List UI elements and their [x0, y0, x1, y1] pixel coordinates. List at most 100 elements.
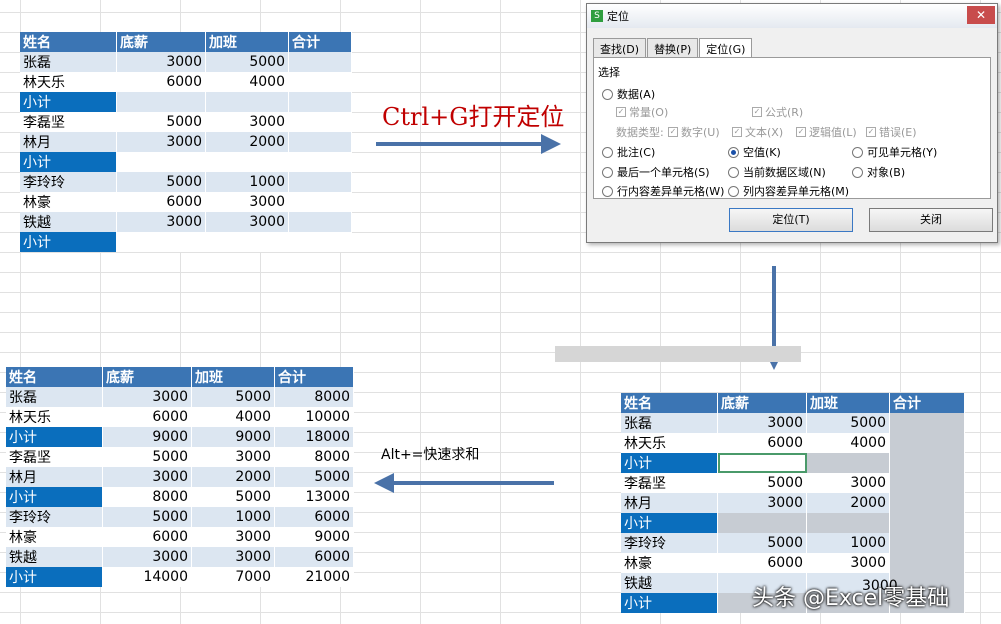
table-cell[interactable]: 小计	[6, 567, 103, 587]
table-cell[interactable]: 5000	[102, 447, 192, 467]
table-cell[interactable]	[205, 92, 289, 112]
option-data[interactable]: 数据(A)	[602, 86, 655, 102]
option-last-cell[interactable]: 最后一个单元格(S)	[602, 164, 710, 180]
table-cell[interactable]: 4000	[191, 407, 275, 427]
table-cell[interactable]: 6000	[717, 553, 807, 573]
table-cell[interactable]: 14000	[102, 567, 192, 587]
table-cell[interactable]: 3000	[191, 547, 275, 567]
table-cell[interactable]	[288, 212, 352, 232]
table-cell[interactable]: 小计	[20, 232, 117, 252]
table-cell[interactable]: 3000	[116, 212, 206, 232]
table-cell[interactable]	[288, 132, 352, 152]
table-cell[interactable]: 6000	[116, 72, 206, 92]
locate-button[interactable]: 定位(T)	[729, 208, 853, 232]
header-cell[interactable]: 底薪	[102, 367, 192, 387]
table-cell[interactable]: 3000	[102, 387, 192, 407]
table-cell[interactable]: 3000	[116, 132, 206, 152]
table-cell[interactable]: 5000	[806, 413, 890, 433]
table-cell[interactable]	[717, 513, 807, 533]
table-cell[interactable]	[288, 192, 352, 212]
table-cell[interactable]: 3000	[806, 473, 890, 493]
table-cell[interactable]: 10000	[274, 407, 354, 427]
table-cell[interactable]	[889, 453, 965, 473]
table-cell[interactable]: 5000	[205, 52, 289, 72]
table-cell[interactable]: 5000	[717, 473, 807, 493]
table-cell[interactable]: 4000	[806, 433, 890, 453]
table-cell[interactable]	[806, 513, 890, 533]
table-cell[interactable]	[205, 232, 289, 252]
table-cell[interactable]: 6000	[102, 407, 192, 427]
table-cell[interactable]: 李玲玲	[20, 172, 117, 192]
table-cell[interactable]: 林天乐	[621, 433, 718, 453]
table-cell[interactable]: 3000	[102, 547, 192, 567]
table-cell[interactable]: 3000	[717, 413, 807, 433]
table-cell[interactable]: 小计	[621, 593, 718, 613]
table-cell[interactable]	[288, 232, 352, 252]
table-cell[interactable]: 13000	[274, 487, 354, 507]
header-cell[interactable]: 加班	[191, 367, 275, 387]
table-cell[interactable]: 小计	[621, 453, 718, 473]
table-cell[interactable]	[889, 553, 965, 573]
header-cell[interactable]: 底薪	[116, 32, 206, 52]
table-cell[interactable]: 小计	[6, 487, 103, 507]
table-cell[interactable]: 小计	[20, 152, 117, 172]
table-cell[interactable]: 9000	[191, 427, 275, 447]
header-cell[interactable]: 姓名	[621, 393, 718, 413]
close-button[interactable]: 关闭	[869, 208, 993, 232]
option-row-diff[interactable]: 行内容差异单元格(W)	[602, 183, 724, 199]
table-cell[interactable]: 8000	[274, 387, 354, 407]
table-cell[interactable]	[205, 152, 289, 172]
table-cell[interactable]: 4000	[205, 72, 289, 92]
table-cell[interactable]: 3000	[102, 467, 192, 487]
table-cell[interactable]: 3000	[205, 112, 289, 132]
header-cell[interactable]: 加班	[806, 393, 890, 413]
table-cell[interactable]: 21000	[274, 567, 354, 587]
table-cell[interactable]: 5000	[102, 507, 192, 527]
table-cell[interactable]	[889, 473, 965, 493]
close-icon[interactable]: ✕	[967, 6, 995, 24]
table-cell[interactable]: 9000	[274, 527, 354, 547]
table-cell[interactable]	[288, 72, 352, 92]
table-cell[interactable]: 3000	[806, 553, 890, 573]
table-cell[interactable]: 6000	[116, 192, 206, 212]
type-number[interactable]: ✓ 数字(U)	[668, 124, 720, 140]
header-cell[interactable]: 合计	[274, 367, 354, 387]
table-cell[interactable]: 3000	[717, 493, 807, 513]
table-cell[interactable]	[288, 92, 352, 112]
tab-replace[interactable]: 替换(P)	[647, 38, 699, 59]
table-cell[interactable]	[889, 493, 965, 513]
table-cell[interactable]: 林天乐	[6, 407, 103, 427]
tab-goto[interactable]: 定位(G)	[699, 38, 753, 59]
table-cell[interactable]	[116, 152, 206, 172]
table-cell[interactable]: 5000	[717, 533, 807, 553]
header-cell[interactable]: 合计	[889, 393, 965, 413]
table-cell[interactable]: 林月	[6, 467, 103, 487]
table-cell[interactable]: 1000	[806, 533, 890, 553]
table-cell[interactable]: 3000	[205, 212, 289, 232]
header-cell[interactable]: 姓名	[6, 367, 103, 387]
option-comment[interactable]: 批注(C)	[602, 144, 655, 160]
table-cell[interactable]: 张磊	[20, 52, 117, 72]
table-cell[interactable]: 8000	[102, 487, 192, 507]
table-cell[interactable]: 6000	[274, 547, 354, 567]
table-cell[interactable]: 张磊	[621, 413, 718, 433]
option-col-diff[interactable]: 列内容差异单元格(M)	[728, 183, 849, 199]
table-cell[interactable]	[806, 453, 890, 473]
table-cell[interactable]: 5000	[274, 467, 354, 487]
table-cell[interactable]: 6000	[102, 527, 192, 547]
table-cell[interactable]: 小计	[20, 92, 117, 112]
table-cell[interactable]: 小计	[6, 427, 103, 447]
table-cell[interactable]	[288, 172, 352, 192]
table-cell[interactable]: 林月	[20, 132, 117, 152]
option-current-region[interactable]: 当前数据区域(N)	[728, 164, 826, 180]
option-blank[interactable]: 空值(K)	[728, 144, 781, 160]
table-cell[interactable]: 铁越	[20, 212, 117, 232]
table-cell[interactable]: 6000	[717, 433, 807, 453]
table-cell[interactable]: 2000	[191, 467, 275, 487]
table-cell[interactable]	[116, 92, 206, 112]
table-cell[interactable]: 3000	[191, 447, 275, 467]
type-error[interactable]: ✓ 错误(E)	[866, 124, 917, 140]
table-cell[interactable]: 3000	[191, 527, 275, 547]
table-cell[interactable]: 2000	[806, 493, 890, 513]
table-cell[interactable]	[288, 112, 352, 132]
